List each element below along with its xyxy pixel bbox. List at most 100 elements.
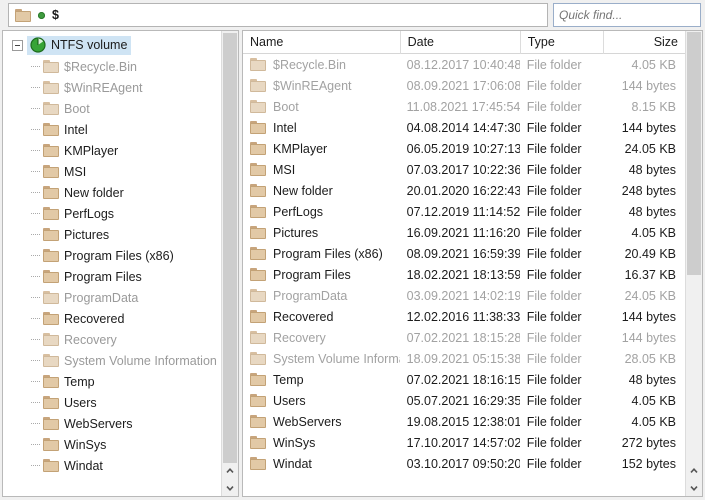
tree-item[interactable]: Intel	[3, 119, 221, 140]
tree-item-label: WinSys	[64, 438, 106, 452]
folder-tree: NTFS volume $Recycle.Bin $WinREAgent Boot In…	[3, 31, 221, 496]
column-header-size[interactable]: Size	[603, 31, 685, 54]
table-row[interactable]: WebServers19.08.2015 12:38:01File folder…	[243, 411, 685, 432]
list-scroll-up-button[interactable]	[686, 462, 702, 479]
list-scroll-down-button[interactable]	[686, 479, 702, 496]
tree-item[interactable]: WinSys	[3, 434, 221, 455]
tree-item[interactable]: Boot	[3, 98, 221, 119]
list-scroll-thumb[interactable]	[687, 32, 701, 275]
folder-icon	[43, 291, 59, 304]
tree-item-label: $WinREAgent	[64, 81, 143, 95]
tree-connector-icon	[27, 402, 43, 403]
table-row[interactable]: $WinREAgent08.09.2021 17:06:08File folde…	[243, 75, 685, 96]
table-row[interactable]: Windat03.10.2017 09:50:20File folder152 …	[243, 453, 685, 474]
tree-item[interactable]: System Volume Information	[3, 350, 221, 371]
cell-date: 08.09.2021 16:59:39	[400, 247, 520, 261]
table-row[interactable]: MSI07.03.2017 10:22:36File folder48 byte…	[243, 159, 685, 180]
table-row[interactable]: Program Files18.02.2021 18:13:59File fol…	[243, 264, 685, 285]
tree-item[interactable]: Temp	[3, 371, 221, 392]
chevron-up-icon	[226, 467, 234, 475]
cell-size: 8.15 KB	[603, 100, 685, 114]
cell-name: ProgramData	[243, 289, 400, 303]
folder-icon	[250, 142, 266, 155]
tree-item[interactable]: ProgramData	[3, 287, 221, 308]
table-row[interactable]: Recovery07.02.2021 18:15:28File folder14…	[243, 327, 685, 348]
tree-root-item[interactable]: NTFS volume	[3, 35, 221, 56]
list-vertical-scrollbar[interactable]	[685, 31, 702, 496]
table-row[interactable]: Boot11.08.2021 17:45:54File folder8.15 K…	[243, 96, 685, 117]
cell-date: 03.10.2017 09:50:20	[400, 457, 520, 471]
folder-icon	[43, 81, 59, 94]
tree-item[interactable]: MSI	[3, 161, 221, 182]
toolbar: $	[0, 0, 705, 30]
table-row[interactable]: Intel04.08.2014 14:47:30File folder144 b…	[243, 117, 685, 138]
folder-icon	[43, 417, 59, 430]
tree-scroll-up-button[interactable]	[222, 462, 238, 479]
tree-item-label: Users	[64, 396, 97, 410]
table-row[interactable]: ProgramData03.09.2021 14:02:19File folde…	[243, 285, 685, 306]
tree-item[interactable]: $WinREAgent	[3, 77, 221, 98]
cell-name: $WinREAgent	[243, 79, 400, 93]
column-header-name[interactable]: Name	[243, 31, 400, 54]
tree-item-label: System Volume Information	[64, 354, 217, 368]
cell-size: 4.05 KB	[603, 226, 685, 240]
cell-type: File folder	[520, 142, 603, 156]
tree-item[interactable]: New folder	[3, 182, 221, 203]
cell-date: 07.02.2021 18:16:15	[400, 373, 520, 387]
tree-item[interactable]: KMPlayer	[3, 140, 221, 161]
cell-type: File folder	[520, 247, 603, 261]
table-row[interactable]: Users05.07.2021 16:29:35File folder4.05 …	[243, 390, 685, 411]
tree-connector-icon	[27, 276, 43, 277]
tree-item[interactable]: Users	[3, 392, 221, 413]
cell-date: 18.02.2021 18:13:59	[400, 268, 520, 282]
tree-vertical-scrollbar[interactable]	[221, 31, 238, 496]
table-row[interactable]: Program Files (x86)08.09.2021 16:59:39Fi…	[243, 243, 685, 264]
tree-item-label: Boot	[64, 102, 90, 116]
folder-icon	[250, 163, 266, 176]
table-row[interactable]: System Volume Information18.09.2021 05:1…	[243, 348, 685, 369]
tree-root-label: NTFS volume	[51, 38, 127, 52]
column-header-type[interactable]: Type	[520, 31, 604, 54]
table-row[interactable]: $Recycle.Bin08.12.2017 10:40:48File fold…	[243, 54, 685, 75]
tree-item[interactable]: Recovered	[3, 308, 221, 329]
folder-icon	[250, 352, 266, 365]
tree-item-label: Program Files	[64, 270, 142, 284]
cell-name: Pictures	[243, 226, 400, 240]
cell-date: 07.02.2021 18:15:28	[400, 331, 520, 345]
folder-icon	[250, 415, 266, 428]
table-row[interactable]: WinSys17.10.2017 14:57:02File folder272 …	[243, 432, 685, 453]
tree-item[interactable]: Program Files (x86)	[3, 245, 221, 266]
table-row[interactable]: Recovered12.02.2016 11:38:33File folder1…	[243, 306, 685, 327]
cell-size: 272 bytes	[603, 436, 685, 450]
cell-type: File folder	[520, 289, 603, 303]
tree-scroll-down-button[interactable]	[222, 479, 238, 496]
column-header-date[interactable]: Date	[400, 31, 520, 54]
tree-connector-icon	[27, 87, 43, 88]
tree-connector-icon	[27, 192, 43, 193]
tree-item[interactable]: $Recycle.Bin	[3, 56, 221, 77]
table-row[interactable]: Temp07.02.2021 18:16:15File folder48 byt…	[243, 369, 685, 390]
tree-item[interactable]: Recovery	[3, 329, 221, 350]
table-row[interactable]: KMPlayer06.05.2019 10:27:13File folder24…	[243, 138, 685, 159]
cell-date: 06.05.2019 10:27:13	[400, 142, 520, 156]
tree-item[interactable]: PerfLogs	[3, 203, 221, 224]
cell-name: Recovered	[243, 310, 400, 324]
tree-scroll-thumb[interactable]	[223, 33, 237, 463]
table-row[interactable]: New folder20.01.2020 16:22:43File folder…	[243, 180, 685, 201]
cell-type: File folder	[520, 163, 603, 177]
tree-item[interactable]: Windat	[3, 455, 221, 476]
folder-icon	[250, 436, 266, 449]
table-row[interactable]: PerfLogs07.12.2019 11:14:52File folder48…	[243, 201, 685, 222]
tree-item[interactable]: Pictures	[3, 224, 221, 245]
table-row[interactable]: Pictures16.09.2021 11:16:20File folder4.…	[243, 222, 685, 243]
tree-connector-icon	[27, 255, 43, 256]
tree-item[interactable]: WebServers	[3, 413, 221, 434]
address-bar[interactable]: $	[8, 3, 548, 27]
tree-item-label: ProgramData	[64, 291, 138, 305]
tree-item[interactable]: Program Files	[3, 266, 221, 287]
folder-tree-panel: NTFS volume $Recycle.Bin $WinREAgent Boot In…	[2, 30, 239, 497]
cell-type: File folder	[520, 415, 603, 429]
tree-expander-collapse[interactable]	[12, 40, 23, 51]
quick-find-box[interactable]	[553, 3, 701, 27]
search-input[interactable]	[554, 5, 705, 25]
